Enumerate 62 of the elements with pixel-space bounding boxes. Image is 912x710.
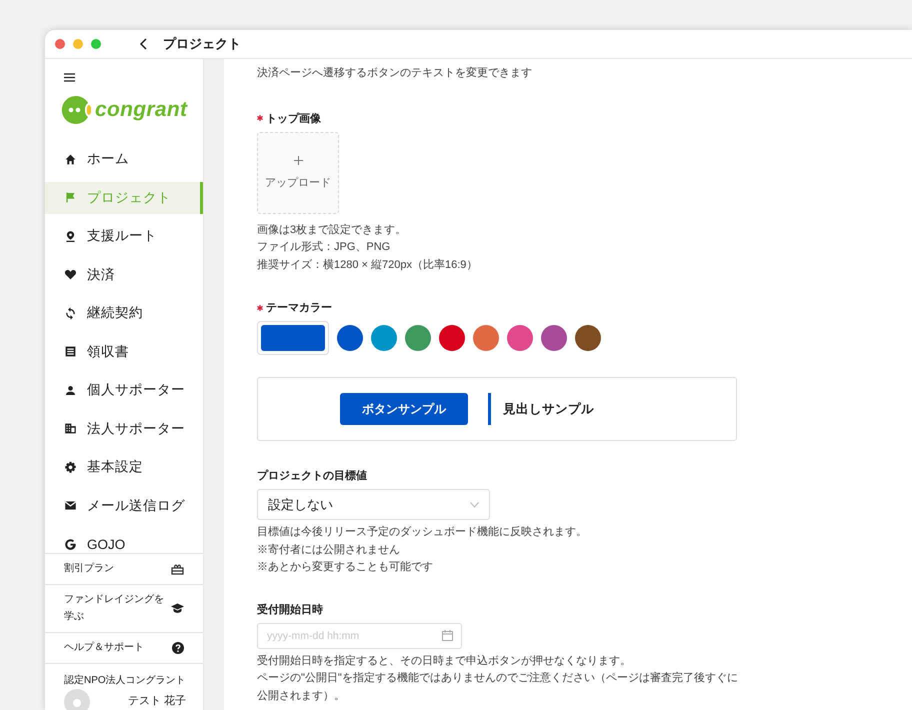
helper-text: 受付開始日時を指定すると、その日時まで申込ボタンが押せなくなります。 xyxy=(257,654,632,668)
refresh-icon xyxy=(64,306,77,320)
menu-icon[interactable] xyxy=(64,73,75,82)
nav-item[interactable]: 法人サポーター xyxy=(45,412,203,444)
location-pin-icon xyxy=(64,230,77,242)
sidebar-link[interactable]: 割引プラン xyxy=(45,554,203,584)
nav-item[interactable]: メール送信ログ xyxy=(45,490,203,522)
sidebar-link[interactable]: ヘルプ＆サポート xyxy=(45,632,203,664)
g-letter-icon xyxy=(64,538,77,550)
calendar-icon xyxy=(442,630,453,640)
graduation-cap-icon xyxy=(171,602,184,614)
nav-item[interactable]: 個人サポーター xyxy=(45,374,203,406)
helper-text: 画像は3枚まで設定できます。 xyxy=(257,222,408,238)
close-window-button[interactable] xyxy=(55,39,65,49)
chevron-down-icon xyxy=(470,502,479,508)
helper-text: 推奨サイズ：横1280 × 縦720px（比率16:9） xyxy=(257,258,478,272)
color-swatch[interactable] xyxy=(405,325,431,351)
logo-icon xyxy=(61,95,91,125)
nav-item[interactable]: 基本設定 xyxy=(45,451,203,483)
field-label: プロジェクトの目標値 xyxy=(257,468,367,483)
color-swatch[interactable] xyxy=(541,325,567,351)
helper-text: ※寄付者には公開されません xyxy=(257,542,401,558)
mail-icon xyxy=(64,499,77,512)
user-name[interactable]: テスト 花子 xyxy=(128,695,186,708)
helper-text: ページの"公開日"を指定する機能ではありませんのでご注意ください（ページは審査完了後すぐに公開されます）。 xyxy=(257,670,739,704)
color-swatch[interactable] xyxy=(575,325,601,351)
color-swatch[interactable] xyxy=(371,325,397,351)
helper-text: 決済ページへ遷移するボタンのテキストを変更できます xyxy=(257,66,533,81)
heart-icon xyxy=(64,268,77,281)
color-swatch[interactable] xyxy=(473,325,499,351)
gift-box-icon xyxy=(171,562,184,574)
nav-item[interactable]: 決済 xyxy=(45,258,203,290)
help-icon xyxy=(172,642,184,654)
nav-item[interactable]: 領収書 xyxy=(45,336,203,368)
helper-text: ファイル形式：JPG、PNG xyxy=(257,240,392,255)
flag-icon xyxy=(64,191,77,204)
sample-heading: 見出しサンプル xyxy=(488,393,594,425)
nav-item[interactable]: 支援ルート xyxy=(45,220,203,252)
color-swatch[interactable] xyxy=(337,325,363,351)
person-icon xyxy=(64,384,77,396)
home-icon xyxy=(64,152,77,166)
upload-button[interactable]: アップロード xyxy=(257,132,339,214)
color-swatch[interactable] xyxy=(439,325,465,351)
nav-item[interactable]: 継続契約 xyxy=(45,297,203,329)
settings-icon xyxy=(64,460,77,474)
building-icon xyxy=(64,422,77,435)
receipt-icon xyxy=(64,345,77,358)
color-swatch[interactable] xyxy=(507,325,533,351)
field-label: テーマカラー xyxy=(266,301,332,315)
sidebar-link[interactable]: ファンドレイジングを学ぶ xyxy=(45,584,203,632)
back-chevron-icon[interactable] xyxy=(139,38,147,50)
field-label: 受付開始日時 xyxy=(257,602,323,616)
organization-name: 認定NPO法人コングラント xyxy=(64,674,187,686)
window-title: プロジェクト xyxy=(163,35,241,53)
sample-button[interactable]: ボタンサンプル xyxy=(340,393,468,425)
maximize-window-button[interactable] xyxy=(91,39,101,49)
field-label: トップ画像 xyxy=(266,112,321,126)
helper-text: ※あとから変更することも可能です xyxy=(257,560,434,575)
nav-item[interactable]: ホーム xyxy=(45,143,203,175)
helper-text: 目標値は今後リリース予定のダッシュボード機能に反映されます。 xyxy=(257,524,588,540)
plus-icon xyxy=(294,156,302,164)
goal-dropdown[interactable]: 設定しない xyxy=(257,489,490,520)
